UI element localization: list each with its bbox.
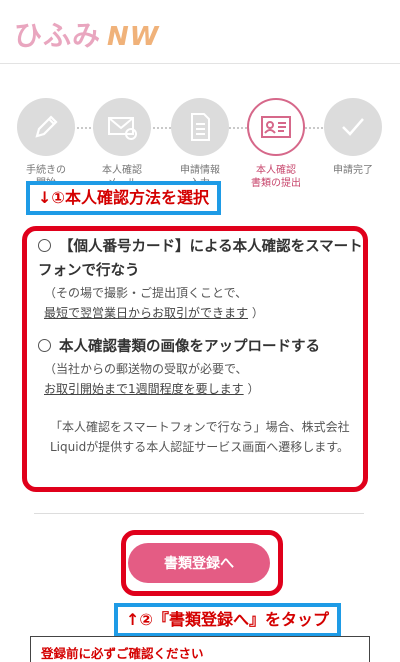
option-note: （その場で撮影・ご提出頂くことで、 最短で翌営業日からお取引ができます ） bbox=[44, 286, 264, 320]
radio-button[interactable] bbox=[38, 239, 51, 252]
step-start: 手続きの 開始 bbox=[11, 98, 81, 190]
mail-icon bbox=[108, 117, 137, 140]
hifumi-logo[interactable]: ひふみ NW bbox=[14, 14, 159, 54]
step-application-info: 申請情報 入力 bbox=[165, 98, 235, 190]
divider bbox=[34, 513, 364, 514]
liquid-redirect-notice: 「本人確認をスマートフォンで行なう」場合、株式会社Liquidが提供する本人認証… bbox=[50, 420, 350, 454]
radio-button[interactable] bbox=[38, 339, 51, 352]
submit-documents-button[interactable]: 書類登録へ bbox=[128, 543, 270, 583]
verification-method-options: 【個人番号カード】による本人確認をスマートフォンで行なう （その場で撮影・ご提出… bbox=[38, 235, 368, 399]
confirm-heading: 登録前に必ずご確認ください bbox=[41, 646, 204, 661]
annotation-select-method: ↓①本人確認方法を選択 bbox=[26, 181, 221, 215]
pencil-icon bbox=[35, 115, 58, 138]
option-note-link: お取引開始まで1週間程度を要します bbox=[44, 382, 244, 396]
logo-text: ひふみ bbox=[14, 19, 102, 52]
option-upload[interactable]: 本人確認書類の画像をアップロードする （当社からの郵送物の受取が必要で、 お取引開… bbox=[38, 335, 368, 399]
step-label: 本人確認 書類の提出 bbox=[251, 165, 301, 189]
option-title[interactable]: 【個人番号カード】による本人確認をスマートフォンで行なう bbox=[38, 235, 368, 283]
id-card-icon bbox=[261, 116, 291, 138]
step-label: 申請完了 bbox=[333, 165, 373, 176]
option-note: （当社からの郵送物の受取が必要で、 お取引開始まで1週間程度を要します ） bbox=[44, 362, 260, 396]
step-id-submission: 本人確認 書類の提出 bbox=[241, 98, 311, 190]
checkmark-icon bbox=[342, 118, 364, 136]
app-header: ひふみ NW bbox=[0, 0, 400, 64]
step-complete: 申請完了 bbox=[318, 98, 388, 177]
document-icon bbox=[191, 113, 210, 141]
annotation-tap-button: ↑②『書類登録へ』をタップ bbox=[114, 603, 341, 637]
option-smartphone[interactable]: 【個人番号カード】による本人確認をスマートフォンで行なう （その場で撮影・ご提出… bbox=[38, 235, 368, 323]
confirm-before-registration-box: 登録前に必ずご確認ください bbox=[30, 636, 370, 662]
option-note-link: 最短で翌営業日からお取引ができます bbox=[44, 306, 249, 320]
step-mail: 本人確認 メール bbox=[87, 98, 157, 190]
logo-sub-text: NW bbox=[107, 22, 160, 52]
option-title[interactable]: 本人確認書類の画像をアップロードする bbox=[38, 335, 368, 359]
